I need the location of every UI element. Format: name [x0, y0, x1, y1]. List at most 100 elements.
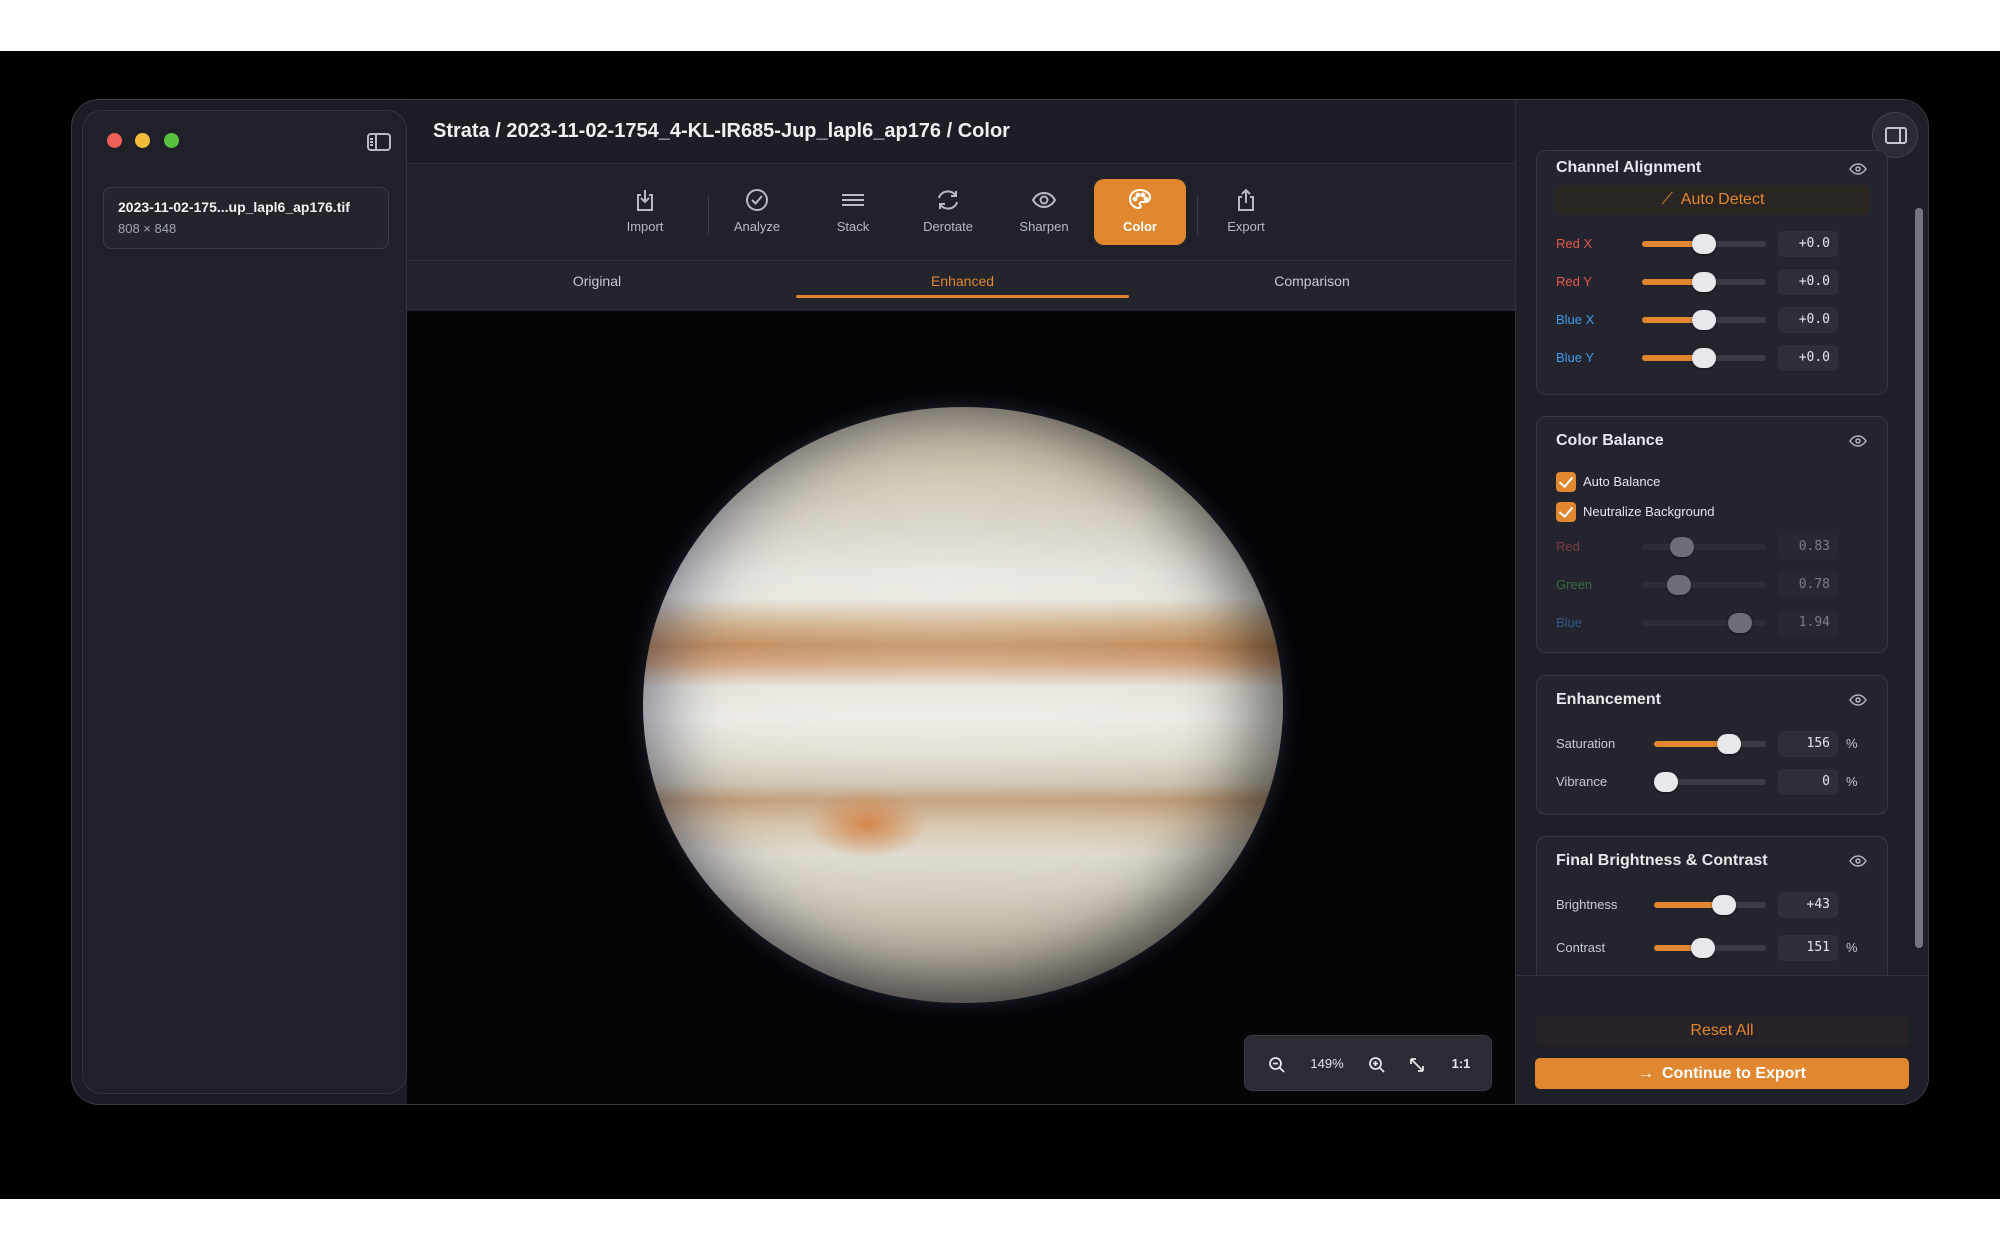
value-field[interactable]: 0	[1778, 769, 1838, 795]
slider-track[interactable]	[1654, 938, 1766, 958]
tool-color[interactable]: Color	[1094, 179, 1186, 245]
slider-label: Blue	[1556, 615, 1583, 630]
slider-label: Red	[1556, 539, 1580, 554]
auto-detect-label: Auto Detect	[1680, 191, 1765, 208]
slider-thumb[interactable]	[1692, 234, 1716, 254]
fit-to-window-button[interactable]	[1397, 1036, 1437, 1092]
neutralize-background-checkbox[interactable]	[1556, 502, 1576, 522]
title-bar: Strata / 2023-11-02-1754_4-KL-IR685-Jup_…	[407, 100, 1515, 164]
tab-comparison[interactable]: Comparison	[1157, 262, 1467, 310]
reset-all-button[interactable]: Reset All	[1535, 1016, 1909, 1046]
slider-row: Brightness +43	[1556, 892, 1876, 918]
image-viewport[interactable]: 149% 1:1	[407, 311, 1515, 1104]
tool-import-label: Import	[626, 219, 664, 234]
slider-thumb	[1670, 537, 1694, 557]
value-field[interactable]: +0.0	[1778, 231, 1838, 257]
value-field[interactable]: 151	[1778, 935, 1838, 961]
slider-row: Blue 1.94	[1556, 610, 1876, 636]
value-field: 0.78	[1778, 572, 1838, 598]
tool-color-label: Color	[1123, 219, 1157, 234]
tab-original[interactable]: Original	[447, 262, 747, 310]
actual-size-button[interactable]: 1:1	[1439, 1036, 1483, 1092]
value-field[interactable]: +0.0	[1778, 307, 1838, 333]
neutralize-background-checkbox-row[interactable]: Neutralize Background	[1556, 501, 1856, 523]
slider-thumb[interactable]	[1692, 272, 1716, 292]
tool-sharpen-label: Sharpen	[1019, 219, 1069, 234]
slider-row: Red Y +0.0	[1556, 269, 1876, 295]
arrow-right-icon: →	[1638, 1065, 1654, 1082]
tool-sharpen[interactable]: Sharpen	[999, 179, 1089, 245]
tool-stack[interactable]: Stack	[808, 179, 898, 245]
continue-to-export-label: Continue to Export	[1662, 1065, 1806, 1082]
slider-track[interactable]	[1642, 310, 1766, 330]
zoom-level: 149%	[1310, 1056, 1344, 1071]
final-brightness-contrast-section: Final Brightness & Contrast Brightness +…	[1536, 836, 1888, 986]
panel-footer: Reset All → Continue to Export	[1516, 975, 1928, 1104]
visibility-eye-icon[interactable]	[1849, 435, 1867, 447]
slider-thumb[interactable]	[1654, 772, 1678, 792]
sidebar: 2023-11-02-175...up_lapl6_ap176.tif 808 …	[82, 110, 407, 1094]
tab-enhanced[interactable]: Enhanced	[796, 262, 1129, 310]
zoom-window-button[interactable]	[164, 133, 179, 148]
rotate-icon	[938, 190, 958, 210]
slider-thumb[interactable]	[1717, 734, 1742, 754]
slider-thumb[interactable]	[1712, 895, 1737, 915]
import-icon	[637, 190, 653, 211]
file-dimensions: 808 × 848	[118, 221, 177, 236]
slider-row: Green 0.78	[1556, 572, 1876, 598]
section-title: Channel Alignment	[1556, 159, 1702, 176]
close-window-button[interactable]	[107, 133, 122, 148]
visibility-eye-icon[interactable]	[1849, 855, 1867, 867]
tool-import[interactable]: Import	[600, 179, 690, 245]
value-field[interactable]: +0.0	[1778, 269, 1838, 295]
bottom-margin	[0, 1199, 2000, 1250]
auto-balance-checkbox-row[interactable]: Auto Balance	[1556, 471, 1856, 493]
adjustments-panel: Channel Alignment ⟋ Auto Detect Red X +0.…	[1515, 100, 1928, 1104]
tool-analyze[interactable]: Analyze	[712, 179, 802, 245]
sidebar-toggle-icon[interactable]	[367, 133, 391, 151]
zoom-in-button[interactable]	[1357, 1036, 1397, 1092]
zoom-in-icon	[1369, 1056, 1385, 1073]
value-field[interactable]: +0.0	[1778, 345, 1838, 371]
visibility-eye-icon[interactable]	[1849, 163, 1867, 175]
tool-export-label: Export	[1227, 219, 1265, 234]
slider-track[interactable]	[1654, 895, 1766, 915]
slider-thumb[interactable]	[1690, 938, 1715, 958]
auto-balance-checkbox[interactable]	[1556, 472, 1576, 492]
slider-thumb[interactable]	[1692, 348, 1716, 368]
panel-scrollbar[interactable]	[1915, 208, 1923, 948]
slider-track	[1642, 613, 1766, 633]
visibility-eye-icon[interactable]	[1849, 694, 1867, 706]
value-field[interactable]: 156	[1778, 731, 1838, 757]
inspector-toggle-icon	[1885, 127, 1907, 144]
auto-detect-button[interactable]: ⟋ Auto Detect	[1556, 185, 1870, 215]
slider-track	[1642, 575, 1766, 595]
slider-thumb[interactable]	[1692, 310, 1716, 330]
slider-track[interactable]	[1642, 348, 1766, 368]
app-window: 2023-11-02-175...up_lapl6_ap176.tif 808 …	[71, 99, 1929, 1105]
value-field: 0.83	[1778, 534, 1838, 560]
tool-export[interactable]: Export	[1201, 179, 1291, 245]
zoom-out-button[interactable]	[1257, 1036, 1297, 1092]
slider-track[interactable]	[1642, 234, 1766, 254]
minimize-window-button[interactable]	[135, 133, 150, 148]
slider-thumb	[1667, 575, 1691, 595]
eye-icon	[1031, 191, 1057, 209]
slider-row: Blue X +0.0	[1556, 307, 1876, 333]
continue-to-export-button[interactable]: → Continue to Export	[1535, 1058, 1909, 1089]
slider-row: Saturation 156 %	[1556, 731, 1876, 757]
tool-derotate[interactable]: Derotate	[903, 179, 993, 245]
toolbar-separator	[1197, 195, 1198, 235]
slider-track[interactable]	[1654, 772, 1766, 792]
slider-label: Vibrance	[1556, 774, 1608, 789]
slider-row: Red 0.83	[1556, 534, 1876, 560]
section-title: Color Balance	[1556, 432, 1664, 449]
slider-label: Red Y	[1556, 274, 1592, 289]
value-field[interactable]: +43	[1778, 892, 1838, 918]
tool-derotate-label: Derotate	[923, 219, 973, 234]
file-list-item[interactable]: 2023-11-02-175...up_lapl6_ap176.tif 808 …	[103, 187, 389, 249]
slider-row: Red X +0.0	[1556, 231, 1876, 257]
slider-track[interactable]	[1654, 734, 1766, 754]
value-field: 1.94	[1778, 610, 1838, 636]
slider-track[interactable]	[1642, 272, 1766, 292]
